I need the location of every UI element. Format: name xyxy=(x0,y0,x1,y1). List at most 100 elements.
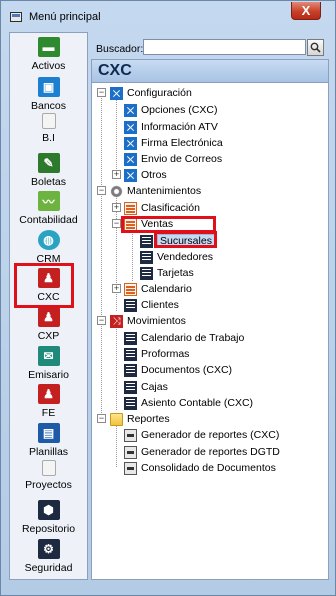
tree-node-label: Clasificación xyxy=(141,202,200,214)
app-icon xyxy=(10,12,22,22)
sidebar-item-label: Bancos xyxy=(30,100,67,112)
sidebar-item-label: Planillas xyxy=(28,446,69,458)
module-sidebar: ▬ Activos ▣ Bancos B.I ✎ Boletas 〰 Conta… xyxy=(9,32,88,580)
sidebar-item-cxp[interactable]: ♟ CXP xyxy=(10,307,87,347)
document-icon xyxy=(124,331,137,345)
sidebar-item-activos[interactable]: ▬ Activos xyxy=(10,37,87,77)
tree-node-calendario-trabajo[interactable]: Calendario de Trabajo xyxy=(124,330,244,346)
tools-icon xyxy=(124,120,137,134)
expand-toggle[interactable]: − xyxy=(112,219,121,228)
expand-toggle[interactable]: − xyxy=(97,88,106,97)
tree-node-gen-dgtd[interactable]: Generador de reportes DGTD xyxy=(124,444,280,460)
tree-node-cajas[interactable]: Cajas xyxy=(124,379,168,395)
tree-node-otros[interactable]: Otros xyxy=(124,167,167,183)
sidebar-item-seguridad[interactable]: ⚙ Seguridad xyxy=(10,539,87,579)
tree-node-label: Envio de Correos xyxy=(141,153,223,165)
sidebar-item-label: CXP xyxy=(37,330,60,342)
search-label: Buscador: xyxy=(96,43,144,55)
tree-guide-line xyxy=(116,97,117,173)
activos-icon: ▬ xyxy=(37,37,60,57)
tree-node-documentos[interactable]: Documentos (CXC) xyxy=(124,362,232,378)
tree-node-mantenimientos[interactable]: Mantenimientos xyxy=(110,183,201,199)
tree-guide-line xyxy=(116,423,117,467)
tree-node-reportes[interactable]: Reportes xyxy=(110,411,170,427)
sidebar-item-bi[interactable]: B.I xyxy=(10,113,87,153)
tree-node-tarjetas[interactable]: Tarjetas xyxy=(140,265,194,281)
sidebar-item-contabilidad[interactable]: 〰 Contabilidad xyxy=(10,191,87,231)
list-icon xyxy=(124,201,137,215)
search-icon xyxy=(310,42,321,53)
tree-guide-line xyxy=(116,195,117,311)
sidebar-item-label: FE xyxy=(41,407,56,419)
panel-title: CXC xyxy=(98,62,132,79)
tree-node-label: Calendario xyxy=(141,283,192,295)
fe-icon: ♟ xyxy=(37,384,60,404)
tree-node-envio[interactable]: Envio de Correos xyxy=(124,151,222,167)
search-input[interactable] xyxy=(143,39,306,55)
expand-toggle[interactable]: − xyxy=(97,186,106,195)
expand-toggle[interactable]: − xyxy=(97,414,106,423)
expand-toggle[interactable]: + xyxy=(112,284,121,293)
sucursales-highlight-box xyxy=(154,231,217,248)
tree-node-label: Vendedores xyxy=(157,251,214,263)
tree-node-movimientos[interactable]: ⤨ Movimientos xyxy=(110,313,186,329)
sidebar-item-fe[interactable]: ♟ FE xyxy=(10,384,87,424)
sidebar-item-bancos[interactable]: ▣ Bancos xyxy=(10,77,87,117)
shuffle-icon: ⤨ xyxy=(110,314,123,328)
document-icon xyxy=(124,347,137,361)
expand-toggle[interactable]: − xyxy=(97,316,106,325)
close-button[interactable]: X xyxy=(291,2,321,20)
document-icon xyxy=(124,298,137,312)
tree-node-gen-cxc[interactable]: Generador de reportes (CXC) xyxy=(124,427,279,443)
cxc-highlight-box xyxy=(14,263,74,308)
bancos-icon: ▣ xyxy=(37,77,60,97)
tree-node-label: Generador de reportes (CXC) xyxy=(141,429,280,441)
list-icon xyxy=(124,282,137,296)
printer-icon xyxy=(124,461,137,475)
tools-icon xyxy=(124,168,137,182)
sidebar-item-label: Boletas xyxy=(30,176,67,188)
boletas-icon: ✎ xyxy=(37,153,60,173)
tree-node-opciones[interactable]: Opciones (CXC) xyxy=(124,102,217,118)
tree-node-clasificacion[interactable]: Clasificación xyxy=(124,200,200,216)
tree-node-label: Firma Electrónica xyxy=(141,137,223,149)
tree-node-label: Otros xyxy=(141,169,167,181)
sidebar-item-planillas[interactable]: ▤ Planillas xyxy=(10,423,87,463)
main-menu-window: Menú principal X ▬ Activos ▣ Bancos B.I … xyxy=(0,0,336,596)
sidebar-item-proyectos[interactable]: Proyectos xyxy=(10,460,87,500)
tree-node-configuracion[interactable]: Configuración xyxy=(110,85,192,101)
tree-node-label: Reportes xyxy=(127,413,170,425)
document-icon xyxy=(124,380,137,394)
emisario-icon: ✉ xyxy=(37,346,60,366)
document-icon xyxy=(140,234,153,248)
tree-node-label: Mantenimientos xyxy=(127,185,202,197)
seguridad-icon: ⚙ xyxy=(37,539,60,559)
tree-node-consolidado[interactable]: Consolidado de Documentos xyxy=(124,460,276,476)
sidebar-item-boletas[interactable]: ✎ Boletas xyxy=(10,153,87,193)
tree-node-proformas[interactable]: Proformas xyxy=(124,346,189,362)
tree-node-label: Tarjetas xyxy=(157,267,194,279)
tree-node-clientes[interactable]: Clientes xyxy=(124,297,179,313)
tools-icon xyxy=(124,152,137,166)
tree-node-asiento[interactable]: Asiento Contable (CXC) xyxy=(124,395,253,411)
title-bar: Menú principal X xyxy=(1,1,335,31)
search-button[interactable] xyxy=(307,39,324,56)
expand-toggle[interactable]: + xyxy=(112,170,121,179)
tools-icon xyxy=(124,103,137,117)
tree-node-calendario[interactable]: Calendario xyxy=(124,281,192,297)
module-tree: − Configuración Opciones (CXC) Informaci… xyxy=(91,83,329,580)
tree-node-label: Movimientos xyxy=(127,315,186,327)
proyectos-icon xyxy=(41,460,56,476)
panel-header: CXC xyxy=(91,59,329,83)
tree-node-vendedores[interactable]: Vendedores xyxy=(140,249,213,265)
expand-toggle[interactable]: + xyxy=(112,203,121,212)
tree-node-label: Documentos (CXC) xyxy=(141,364,233,376)
sidebar-item-label: B.I xyxy=(42,132,55,144)
window-title: Menú principal xyxy=(29,11,101,23)
crm-icon: ◍ xyxy=(37,230,60,250)
sidebar-item-repositorio[interactable]: ⬢ Repositorio xyxy=(10,500,87,540)
tree-guide-line xyxy=(116,326,117,410)
tree-node-firma[interactable]: Firma Electrónica xyxy=(124,135,223,151)
sidebar-item-emisario[interactable]: ✉ Emisario xyxy=(10,346,87,386)
tree-node-informacion-atv[interactable]: Información ATV xyxy=(124,119,218,135)
